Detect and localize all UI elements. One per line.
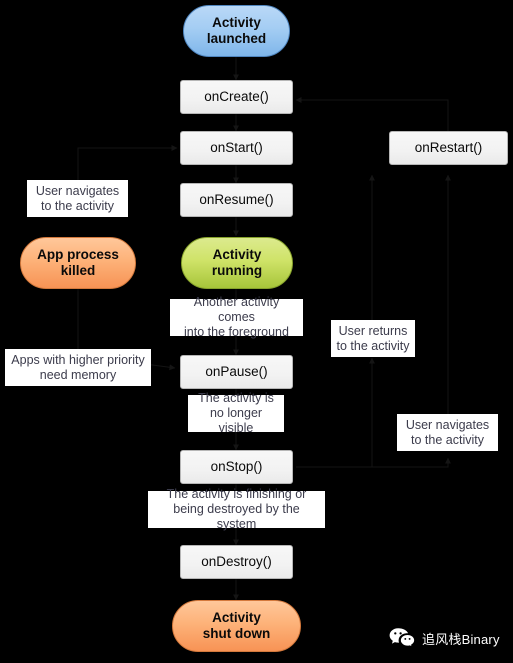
- state-activity-launched-label: Activity launched: [206, 15, 267, 46]
- annotation-no-longer-visible: The activity is no longer visible: [188, 391, 284, 435]
- method-on-start: onStart(): [180, 131, 293, 165]
- state-activity-shut-down: Activity shut down: [172, 600, 301, 652]
- annotation-user-navigates-left-text: User navigates to the activity: [35, 183, 120, 213]
- method-on-create: onCreate(): [180, 80, 293, 114]
- annotation-finishing-or-destroyed: The activity is finishing or being destr…: [148, 487, 325, 531]
- annotation-user-navigates-right-text: User navigates to the activity: [405, 417, 490, 447]
- method-on-pause: onPause(): [180, 355, 293, 389]
- state-activity-running: Activity running: [181, 237, 293, 289]
- method-on-restart-label: onRestart(): [414, 140, 483, 156]
- annotation-user-navigates-left: User navigates to the activity: [27, 180, 128, 217]
- state-app-process-killed-label: App process killed: [37, 247, 119, 278]
- annotation-another-activity-foreground-text: Another activity comes into the foregrou…: [184, 295, 289, 339]
- annotation-finishing-or-destroyed-text: The activity is finishing or being destr…: [166, 487, 307, 531]
- method-on-destroy: onDestroy(): [180, 545, 293, 579]
- annotation-apps-higher-priority: Apps with higher priority need memory: [5, 349, 151, 386]
- state-app-process-killed: App process killed: [20, 237, 136, 289]
- method-on-pause-label: onPause(): [205, 364, 268, 380]
- annotation-user-returns: User returns to the activity: [331, 320, 415, 357]
- wechat-icon: [389, 627, 415, 649]
- state-activity-running-label: Activity running: [211, 247, 263, 278]
- method-on-stop: onStop(): [180, 450, 293, 484]
- method-on-resume: onResume(): [180, 183, 293, 217]
- method-on-resume-label: onResume(): [199, 192, 274, 208]
- activity-lifecycle-diagram: Activity launched onCreate() onStart() o…: [0, 0, 513, 663]
- annotation-no-longer-visible-text: The activity is no longer visible: [198, 391, 274, 435]
- method-on-destroy-label: onDestroy(): [201, 554, 272, 570]
- watermark-text: 追风栈Binary: [422, 631, 500, 647]
- annotation-another-activity-foreground: Another activity comes into the foregrou…: [170, 295, 303, 339]
- annotation-user-returns-text: User returns to the activity: [336, 323, 410, 353]
- method-on-start-label: onStart(): [210, 140, 263, 156]
- state-activity-shut-down-label: Activity shut down: [202, 610, 271, 641]
- method-on-create-label: onCreate(): [204, 89, 269, 105]
- annotation-apps-higher-priority-text: Apps with higher priority need memory: [11, 352, 145, 382]
- method-on-stop-label: onStop(): [210, 459, 263, 475]
- annotation-user-navigates-right: User navigates to the activity: [397, 414, 498, 451]
- state-activity-launched: Activity launched: [183, 5, 290, 57]
- watermark: 追风栈Binary: [389, 627, 500, 649]
- method-on-restart: onRestart(): [389, 131, 508, 165]
